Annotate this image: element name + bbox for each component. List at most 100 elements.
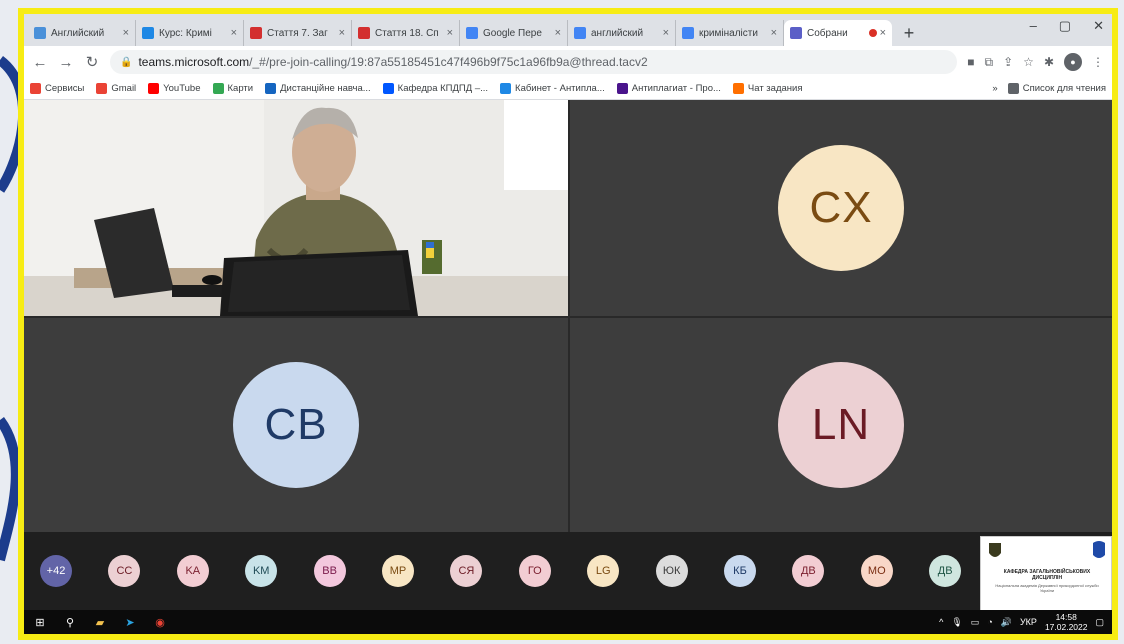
bookmark-item[interactable]: Карти: [212, 83, 253, 94]
back-icon[interactable]: ←: [32, 54, 48, 71]
translate-icon: [466, 27, 478, 39]
bookmark-item[interactable]: YouTube: [148, 83, 201, 94]
windows-taskbar: ⊞ ⚲ ▰ ➤ ◉ ^ 🎙 ▭ ◔ 🔊 УКР 14:58 17.02.2022…: [24, 610, 1112, 634]
battery-icon[interactable]: ▭: [971, 617, 980, 628]
network-icon[interactable]: ◔: [987, 617, 992, 627]
google-icon: [682, 27, 694, 39]
clock-date: 17.02.2022: [1044, 622, 1088, 632]
tab-close-icon[interactable]: ×: [663, 27, 669, 39]
chrome-icon[interactable]: ◉: [152, 614, 168, 630]
tab-close-icon[interactable]: ×: [123, 27, 129, 39]
bookmark-item[interactable]: Кабинет - Антипла...: [500, 83, 605, 94]
browser-tab[interactable]: криміналісти ×: [676, 20, 784, 46]
participant-chip[interactable]: LG: [587, 555, 620, 587]
participant-chip[interactable]: KA: [176, 555, 209, 587]
reading-list-button[interactable]: Список для чтения: [1007, 83, 1106, 94]
participant-chip[interactable]: KM: [245, 555, 278, 587]
participant-chip[interactable]: ЮК: [655, 555, 688, 587]
tray-arrow-icon[interactable]: ^: [939, 617, 943, 627]
new-tab-button[interactable]: +: [896, 20, 922, 46]
forward-icon[interactable]: →: [58, 54, 74, 71]
participant-chip[interactable]: MO: [860, 555, 893, 587]
bookmarks-more-icon[interactable]: »: [992, 83, 997, 94]
tab-title: Стаття 18. Сп: [375, 27, 439, 39]
tab-title: английский: [591, 27, 644, 39]
video-tile-speaker[interactable]: [24, 100, 568, 316]
translate-icon[interactable]: ⧉: [985, 55, 994, 70]
telegram-icon[interactable]: ➤: [122, 614, 138, 630]
bookmark-label: Кабинет - Антипла...: [515, 83, 605, 94]
browser-tab[interactable]: Курс: Кримі ×: [136, 20, 244, 46]
tab-close-icon[interactable]: ×: [555, 27, 561, 39]
windows-start-icon[interactable]: ⊞: [32, 614, 48, 630]
participant-chip[interactable]: ДВ: [792, 555, 825, 587]
tab-close-icon[interactable]: ×: [339, 27, 345, 39]
browser-tab[interactable]: Стаття 18. Сп ×: [352, 20, 460, 46]
browser-tab[interactable]: Стаття 7. Заг ×: [244, 20, 352, 46]
browser-tab[interactable]: Google Пере ×: [460, 20, 568, 46]
bookmark-label: Дистанційне навча...: [280, 83, 371, 94]
menu-icon[interactable]: ⋮: [1092, 55, 1104, 69]
bookmark-label: Антиплагиат - Про...: [631, 83, 721, 94]
bookmark-item[interactable]: Кафедра КПДПД –...: [382, 83, 488, 94]
volume-icon[interactable]: 🔊: [1001, 617, 1012, 628]
participant-chip[interactable]: ГО: [518, 555, 551, 587]
participant-avatar: LN: [778, 362, 904, 488]
tab-close-icon[interactable]: ×: [447, 27, 453, 39]
extensions-icon[interactable]: ✱: [1044, 55, 1054, 69]
yellow-frame: Английский × Курс: Кримі × Стаття 7. Заг × Ста…: [18, 8, 1118, 640]
lock-icon: 🔒: [120, 56, 133, 68]
meeting-video-grid: CX CB LN: [24, 100, 1112, 532]
participant-chip[interactable]: КБ: [724, 555, 756, 587]
participant-chip[interactable]: ДВ: [929, 555, 962, 587]
reading-list-icon: [1007, 83, 1019, 94]
bookmarks-bar: Сервисы Gmail YouTube Карти Дистанційне навч…: [24, 78, 1112, 100]
bookmark-label: Сервисы: [45, 83, 85, 94]
minimize-icon[interactable]: –: [1030, 18, 1037, 34]
camera-icon[interactable]: ■: [967, 55, 974, 69]
participant-chip[interactable]: MP: [382, 555, 414, 587]
tab-close-icon[interactable]: ×: [231, 27, 237, 39]
tab-close-icon[interactable]: ×: [771, 27, 777, 39]
bookmark-icon: [616, 83, 628, 94]
video-tile-participant[interactable]: CB: [24, 318, 568, 532]
maximize-icon[interactable]: ▢: [1059, 18, 1071, 34]
video-tile-participant[interactable]: LN: [570, 318, 1112, 532]
profile-avatar[interactable]: ●: [1064, 53, 1082, 71]
department-logo: КАФЕДРА ЗАГАЛЬНОВІЙСЬКОВИХ ДИСЦИПЛІН Нац…: [980, 536, 1112, 612]
share-icon[interactable]: ⇪: [1003, 55, 1013, 69]
bookmark-icon: [265, 83, 277, 94]
microphone-icon[interactable]: 🎙: [951, 617, 962, 628]
browser-tab[interactable]: Английский ×: [28, 20, 136, 46]
participant-chip[interactable]: BB: [313, 555, 346, 587]
browser-tab[interactable]: Собрани ×: [784, 20, 892, 46]
close-icon[interactable]: ✕: [1093, 18, 1104, 34]
participant-chip[interactable]: CC: [108, 555, 141, 587]
recording-icon: [868, 29, 877, 37]
browser-tab[interactable]: английский ×: [568, 20, 676, 46]
bookmark-item[interactable]: Дистанційне навча...: [265, 83, 371, 94]
file-explorer-icon[interactable]: ▰: [92, 614, 108, 630]
tab-title: криміналісти: [699, 27, 758, 39]
bookmark-item[interactable]: Сервисы: [30, 83, 84, 94]
system-tray: ^ 🎙 ▭ ◔ 🔊 УКР 14:58 17.02.2022 ▢: [939, 612, 1104, 632]
language-indicator[interactable]: УКР: [1020, 617, 1037, 627]
bookmark-item[interactable]: Gmail: [96, 83, 136, 94]
video-tile-participant[interactable]: CX: [570, 100, 1112, 316]
bookmark-icon: [732, 83, 744, 94]
notifications-icon[interactable]: ▢: [1095, 617, 1104, 628]
moodle-icon: [34, 27, 46, 39]
google-icon: [574, 27, 586, 39]
tab-close-icon[interactable]: ×: [880, 27, 886, 39]
search-icon[interactable]: ⚲: [62, 614, 78, 630]
clock[interactable]: 14:58 17.02.2022: [1045, 612, 1088, 632]
more-participants-badge[interactable]: +42: [40, 555, 72, 587]
star-icon[interactable]: ☆: [1023, 55, 1034, 69]
bookmark-item[interactable]: Антиплагиат - Про...: [616, 83, 721, 94]
url-input[interactable]: 🔒 teams.microsoft.com/_#/pre-join-callin…: [110, 50, 958, 74]
reload-icon[interactable]: ↻: [84, 53, 100, 71]
bookmark-item[interactable]: Чат задания: [732, 83, 802, 94]
address-bar-row: ← → ↻ 🔒 teams.microsoft.com/_#/pre-join-…: [24, 46, 1112, 78]
tab-title: Курс: Кримі: [159, 27, 212, 39]
participant-chip[interactable]: СЯ: [450, 555, 483, 587]
